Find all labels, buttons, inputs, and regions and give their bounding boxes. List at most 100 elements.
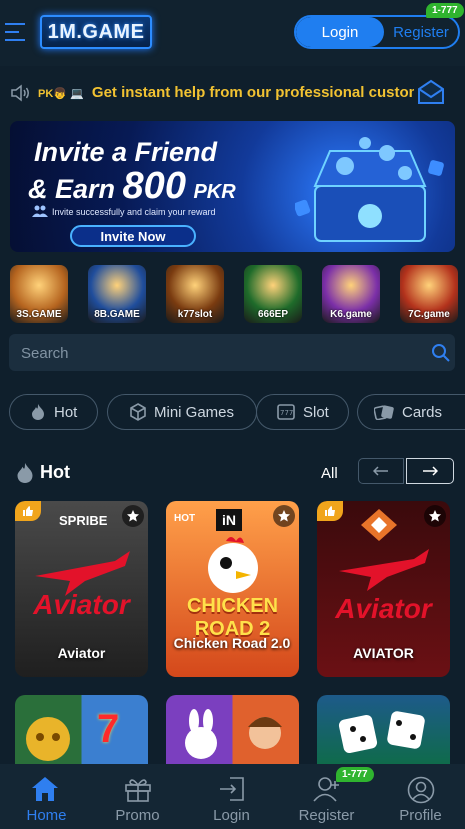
favorite-star-icon[interactable]	[273, 505, 295, 527]
speaker-icon	[11, 84, 29, 102]
category-mini-games[interactable]: Mini Games	[107, 394, 257, 430]
game-card-partial[interactable]: 7	[15, 695, 148, 765]
slot-machine-icon: 777	[277, 404, 295, 420]
favorite-star-icon[interactable]	[424, 505, 446, 527]
game-provider: iN	[216, 509, 242, 531]
notice-marquee: PK👦 💻 Get instant help from our professi…	[38, 84, 414, 104]
brand-tile[interactable]: 3S.GAME	[10, 265, 68, 323]
users-icon	[32, 205, 48, 217]
category-slot[interactable]: 777 Slot	[256, 394, 349, 430]
game-provider: SPRIBE	[59, 513, 108, 528]
profile-icon	[407, 776, 435, 804]
banner-earn-line: & Earn 800 PKR	[28, 165, 236, 208]
brand-tile[interactable]: 666EP	[244, 265, 302, 323]
site-logo[interactable]: 1M.GAME	[40, 15, 152, 49]
game-logo: Aviator	[335, 593, 432, 624]
game-card-partial[interactable]	[317, 695, 450, 765]
bottom-nav: Home Promo Login Register 1-777 Profile	[0, 764, 465, 829]
brand-label: K6.game	[330, 309, 372, 320]
menu-icon[interactable]	[5, 20, 25, 44]
thumbs-up-icon	[317, 501, 343, 521]
brand-label: k77slot	[177, 309, 213, 320]
register-badge: 1-777	[336, 767, 374, 782]
tab-home[interactable]: Home	[0, 764, 93, 829]
hot-tag: HOT	[174, 513, 196, 524]
game-card-aviator[interactable]: SPRIBE Aviator Aviator	[15, 501, 148, 677]
gift-icon	[125, 779, 151, 802]
category-label: Hot	[54, 403, 78, 421]
brand-tile[interactable]: K6.game	[322, 265, 380, 323]
carousel-next-button[interactable]	[406, 458, 454, 484]
game-card-aviator-2[interactable]: Aviator AVIATOR	[317, 501, 450, 677]
game-card-chicken-road[interactable]: HOT iN CHICKEN ROAD 2 Chicken Road 2.0	[166, 501, 299, 677]
brand-row: 3S.GAME 8B.GAME k77slot 666EP K6.game 7C.game	[10, 265, 460, 325]
search-bar	[9, 334, 455, 373]
flame-icon	[32, 404, 44, 420]
tab-label: Profile	[399, 807, 442, 824]
treasure-chest-icon	[295, 137, 444, 242]
auth-buttons: Login Register	[294, 15, 460, 49]
brand-label: 3S.GAME	[16, 309, 62, 320]
login-icon	[220, 777, 244, 801]
invite-banner[interactable]: Invite a Friend & Earn 800 PKR Invite su…	[10, 121, 455, 252]
seven-icon: 7	[97, 707, 120, 751]
category-label: Cards	[402, 403, 443, 421]
tab-label: Promo	[115, 807, 160, 824]
plane-icon	[339, 549, 429, 591]
section-title: Hot	[40, 462, 70, 482]
arrow-left-icon	[373, 466, 388, 476]
brand-label: 7C.game	[408, 309, 450, 320]
category-cards[interactable]: Cards	[357, 394, 465, 430]
arrow-right-icon	[423, 466, 438, 476]
tab-profile[interactable]: Profile	[374, 764, 465, 829]
brand-tile[interactable]: 8B.GAME	[88, 265, 146, 323]
golden-mask-icon	[26, 717, 70, 761]
banner-subtitle: Invite successfully and claim your rewar…	[52, 207, 216, 217]
carousel-prev-button[interactable]	[358, 458, 404, 484]
search-icon[interactable]	[431, 343, 451, 363]
tab-promo[interactable]: Promo	[91, 764, 184, 829]
thumbs-up-icon	[15, 501, 41, 521]
home-icon	[32, 777, 58, 801]
search-input[interactable]	[19, 334, 403, 373]
game-name: Aviator	[57, 645, 106, 661]
tab-login[interactable]: Login	[185, 764, 278, 829]
notice-bar: PK👦 💻 Get instant help from our professi…	[0, 78, 465, 108]
tab-label: Register	[298, 807, 355, 824]
tab-label: Home	[26, 807, 67, 824]
register-button[interactable]: Register	[384, 17, 458, 47]
category-hot[interactable]: Hot	[9, 394, 98, 430]
view-all-link[interactable]: All	[321, 465, 338, 482]
provider-logo-icon	[361, 509, 397, 541]
banner-amount: 800	[122, 165, 186, 207]
category-label: Mini Games	[154, 403, 235, 421]
tab-label: Login	[213, 807, 250, 824]
svg-text:777: 777	[280, 409, 293, 417]
cards-icon	[374, 405, 394, 420]
brand-tile[interactable]: k77slot	[166, 265, 224, 323]
banner-title: Invite a Friend	[34, 137, 218, 167]
game-logo: Aviator	[33, 589, 130, 620]
mail-icon[interactable]	[417, 79, 445, 107]
notice-prefix: PK👦 💻	[38, 88, 84, 100]
game-card-partial[interactable]	[166, 695, 299, 765]
chicken-icon	[208, 537, 258, 593]
brand-tile[interactable]: 7C.game	[400, 265, 458, 323]
banner-currency: PKR	[193, 181, 236, 203]
banner-earn-prefix: & Earn	[28, 174, 116, 204]
invite-now-button[interactable]: Invite Now	[70, 225, 196, 247]
top-header: 1M.GAME Login Register 1-777	[0, 0, 465, 66]
favorite-star-icon[interactable]	[122, 505, 144, 527]
login-button[interactable]: Login	[296, 17, 384, 47]
dice-icon	[338, 711, 425, 754]
character-icon	[248, 717, 282, 749]
game-name: Chicken Road 2.0	[173, 635, 291, 651]
register-badge: 1-777	[426, 3, 464, 18]
game-name: AVIATOR	[353, 645, 414, 661]
section-flame-icon	[17, 463, 33, 483]
brand-label: 666EP	[257, 309, 289, 320]
category-tabs: Hot Mini Games 777 Slot Cards	[9, 394, 465, 432]
brand-label: 8B.GAME	[94, 309, 140, 320]
cube-icon	[130, 403, 146, 421]
notice-message: Get instant help from our professional c…	[91, 84, 414, 101]
